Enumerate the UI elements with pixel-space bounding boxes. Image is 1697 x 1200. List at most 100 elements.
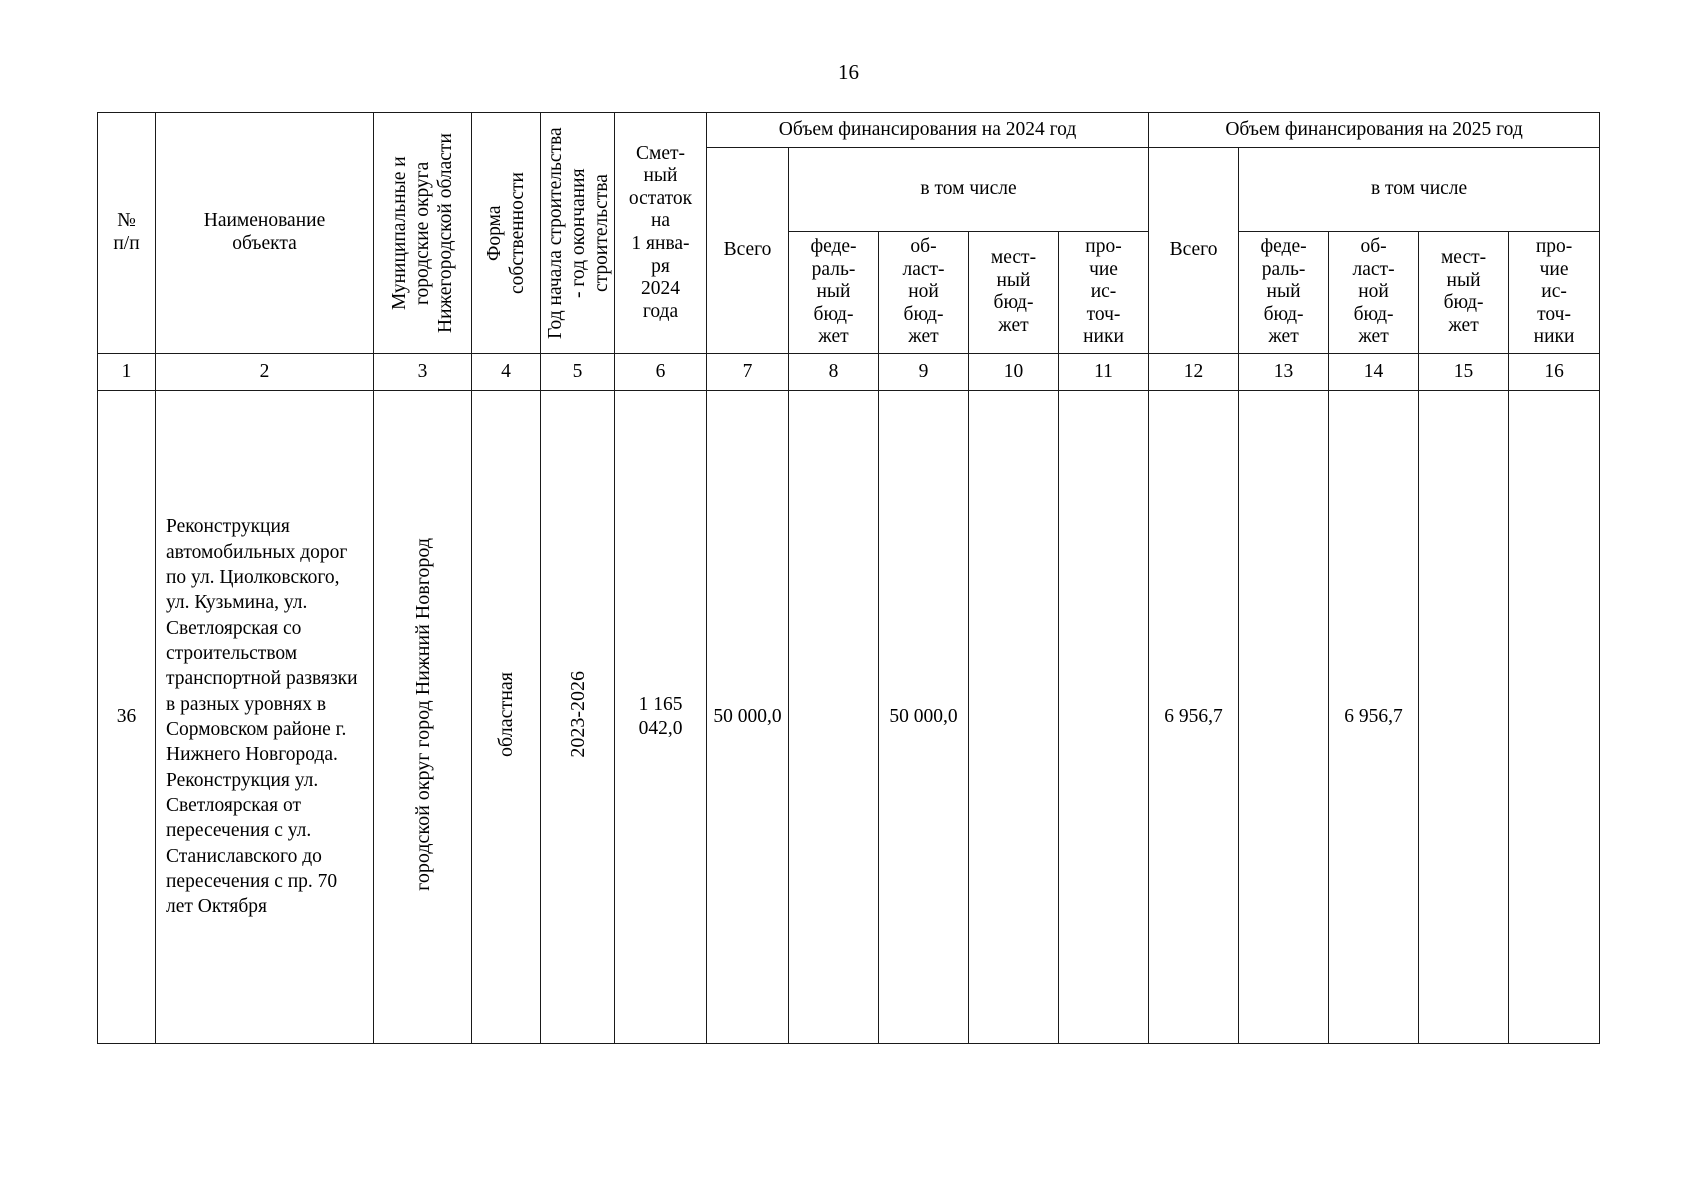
page-number: 16 [838, 60, 859, 84]
header-2025-federal-l4: бюд- [1263, 303, 1304, 325]
header-2024-other-l4: точ- [1086, 303, 1121, 325]
header-2025-regional-l3: ной [1358, 281, 1389, 303]
column-number-1: 1 [97, 353, 156, 391]
header-group-2024: Объем финансирования на 2024 год [705, 112, 1150, 148]
header-2025-regional-l1: об- [1360, 235, 1387, 257]
cell-2024-regional: 50 000,0 [878, 390, 969, 1044]
header-2024-regional-l5: жет [908, 326, 939, 348]
header-2025-federal-l1: феде- [1260, 235, 1307, 257]
header-municipal-text: Муниципальные и городские округа Нижегор… [389, 133, 456, 333]
header-estimate-remainder-l2: ный [643, 165, 678, 187]
cell-2024-other [1057, 390, 1150, 1044]
column-number-2: 2 [155, 353, 374, 391]
cell-object-name: Реконструкция автомобильных дорог по ул.… [155, 390, 374, 1044]
header-2024-local-l3: бюд- [993, 292, 1034, 314]
cell-2024-total: 50 000,0 [706, 390, 789, 1044]
header-2024-regional-l1: об- [910, 235, 937, 257]
header-2025-local-l3: бюд- [1443, 292, 1484, 314]
column-number-16: 16 [1508, 353, 1601, 391]
header-2025-other-l2: чие [1539, 258, 1569, 280]
header-2024-federal-l3: ный [816, 281, 851, 303]
column-number-12: 12 [1148, 353, 1240, 391]
header-2025-regional-l5: жет [1358, 326, 1389, 348]
header-2024-other-l5: ники [1083, 326, 1124, 348]
header-2024-other: про- чие ис- точ- ники [1057, 230, 1150, 355]
header-2025-federal-l2: раль- [1261, 258, 1306, 280]
financing-table: № п/п Наименование объекта Муниципальные… [97, 112, 1601, 1044]
header-2024-local-l2: ный [996, 269, 1031, 291]
cell-ownership-form-text: областная [495, 671, 517, 757]
cell-ownership-form: областная [471, 390, 541, 1044]
header-2024-federal: феде- раль- ный бюд- жет [788, 230, 879, 355]
header-row-number: № п/п [97, 112, 156, 354]
header-2024-including: в том числе [787, 147, 1150, 232]
cell-2025-regional: 6 956,7 [1328, 390, 1420, 1044]
header-2024-other-l3: ис- [1090, 281, 1117, 303]
column-number-8: 8 [788, 353, 879, 391]
header-municipal: Муниципальные и городские округа Нижегор… [373, 112, 472, 354]
header-estimate-remainder-l8: года [642, 300, 679, 322]
header-2025-local-l2: ный [1446, 269, 1481, 291]
header-estimate-remainder-l6: ря [651, 255, 670, 277]
header-2025-local: мест- ный бюд- жет [1418, 230, 1510, 355]
header-object-name-line1: Наименование [203, 210, 326, 232]
header-2025-federal-l3: ный [1266, 281, 1301, 303]
column-number-6: 6 [614, 353, 707, 391]
header-2024-federal-l5: жет [818, 326, 849, 348]
cell-row-number: 36 [97, 390, 156, 1044]
header-2025-regional-l2: ласт- [1352, 258, 1395, 280]
column-number-row: 1 2 3 4 5 6 7 8 9 10 11 12 13 14 15 16 [97, 353, 1601, 391]
header-2025-local-l4: жет [1448, 315, 1479, 337]
header-2025-other-l4: точ- [1537, 303, 1571, 325]
cell-2024-local [968, 390, 1059, 1044]
cell-2025-local [1418, 390, 1510, 1044]
header-row-number-line1: № [117, 210, 136, 232]
header-2025-federal: феде- раль- ный бюд- жет [1238, 230, 1330, 355]
header-row-number-line2: п/п [113, 233, 140, 254]
column-number-7: 7 [706, 353, 789, 391]
header-2025-federal-l5: жет [1268, 326, 1299, 348]
cell-municipal-text: городской округ город Нижний Новгород [411, 537, 434, 891]
header-estimate-remainder-l4: на [650, 210, 671, 232]
header-2024-local-l1: мест- [990, 247, 1037, 269]
cell-2025-total: 6 956,7 [1148, 390, 1240, 1044]
header-2024-federal-l4: бюд- [813, 303, 854, 325]
header-2025-regional: об- ласт- ной бюд- жет [1328, 230, 1420, 355]
document-page: 16 № п/п Наименование объекта Муниципаль… [0, 0, 1697, 1200]
header-2025-other-l5: ники [1533, 326, 1575, 348]
header-ownership-form: Форма собственности [471, 112, 541, 354]
column-number-9: 9 [878, 353, 969, 391]
header-2024-regional: об- ласт- ной бюд- жет [878, 230, 969, 355]
header-2025-other-l3: ис- [1541, 281, 1567, 303]
header-2024-regional-l2: ласт- [902, 258, 945, 280]
header-construction-years-text: Год начала строительства - год окончания… [545, 127, 612, 339]
column-number-4: 4 [471, 353, 541, 391]
header-2025-total: Всего [1148, 147, 1240, 354]
cell-construction-years-text: 2023-2026 [566, 670, 589, 758]
cell-estimate-remainder: 1 165 042,0 [614, 390, 707, 1044]
financing-table-container: № п/п Наименование объекта Муниципальные… [97, 112, 1601, 1044]
table-header: № п/п Наименование объекта Муниципальные… [97, 112, 1601, 391]
header-2025-local-l1: мест- [1440, 247, 1487, 269]
header-2024-total: Всего [706, 147, 789, 354]
column-number-10: 10 [968, 353, 1059, 391]
header-ownership-form-text: Форма собственности [484, 172, 528, 294]
header-2024-federal-l1: феде- [810, 235, 857, 257]
header-estimate-remainder-l7: 2024 [641, 278, 680, 300]
header-2024-other-l2: чие [1089, 258, 1118, 280]
cell-2025-other [1508, 390, 1601, 1044]
header-row-groups: № п/п Наименование объекта Муниципальные… [97, 112, 1601, 354]
header-2025-other-l1: про- [1535, 235, 1573, 257]
header-estimate-remainder-l1: Смет- [635, 142, 686, 164]
header-2025-other: про- чие ис- точ- ники [1508, 230, 1601, 355]
header-2024-other-l1: про- [1085, 235, 1122, 257]
header-2025-including: в том числе [1238, 147, 1601, 232]
header-2024-regional-l4: бюд- [903, 303, 944, 325]
header-2024-local-l4: жет [998, 315, 1029, 337]
header-construction-years: Год начала строительства - год окончания… [540, 112, 615, 354]
header-2024-local: мест- ный бюд- жет [968, 230, 1059, 355]
cell-2024-federal [788, 390, 879, 1044]
table-body: 36 Реконструкция автомобильных дорог по … [97, 390, 1601, 1044]
header-2024-regional-l3: ной [908, 281, 939, 303]
header-estimate-remainder-l5: 1 янва- [631, 233, 690, 254]
